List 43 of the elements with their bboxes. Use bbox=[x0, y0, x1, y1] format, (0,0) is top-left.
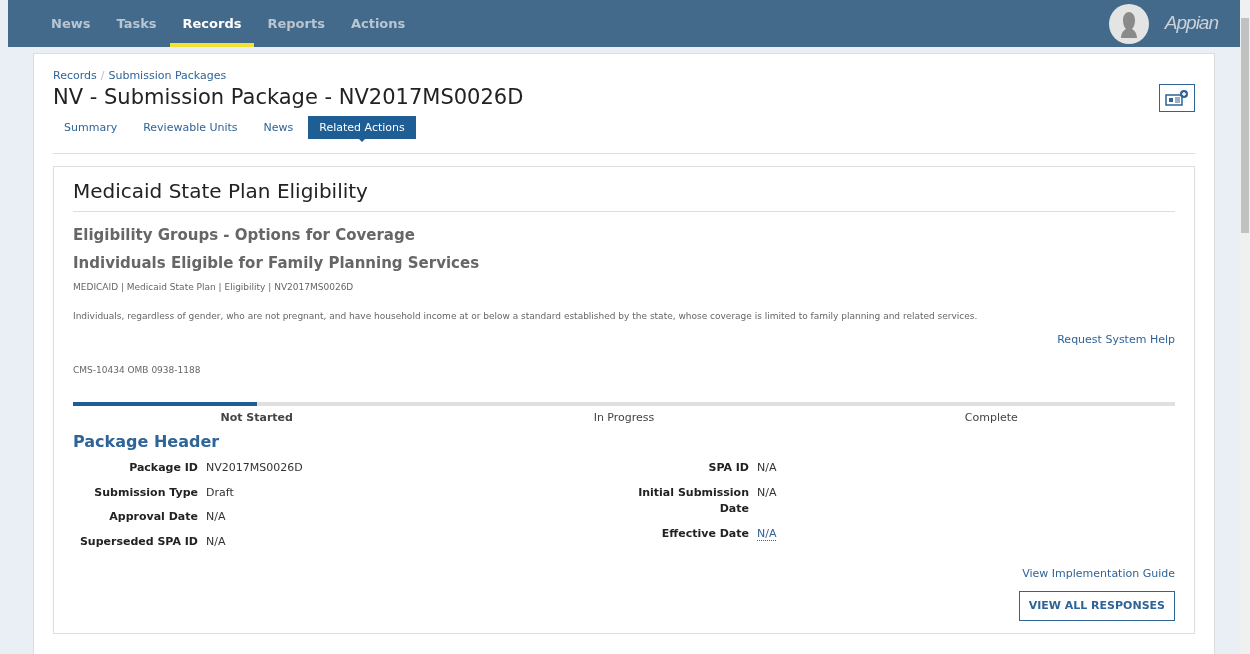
record-tab[interactable]: Reviewable Units bbox=[132, 116, 249, 139]
add-news-button[interactable] bbox=[1159, 84, 1195, 112]
step-label: Not Started bbox=[219, 409, 294, 426]
field-value: NV2017MS0026D bbox=[205, 460, 303, 476]
step-label: Complete bbox=[963, 409, 1019, 426]
field-label: Approval Date bbox=[108, 509, 198, 525]
avatar-icon[interactable] bbox=[1108, 3, 1149, 44]
field-value: N/A bbox=[756, 484, 777, 501]
group-title: Individuals Eligible for Family Planning Services bbox=[73, 253, 481, 274]
record-tab[interactable]: News bbox=[252, 116, 305, 139]
nav-tab[interactable]: Records bbox=[169, 0, 255, 47]
field-link[interactable]: N/A bbox=[757, 526, 777, 541]
form-subheading: Eligibility Groups - Options for Coverage bbox=[73, 224, 416, 246]
field-label: Package ID bbox=[128, 460, 198, 476]
record-title: NV - Submission Package - NV2017MS0026D bbox=[53, 84, 524, 110]
step-label: In Progress bbox=[592, 409, 656, 426]
tab-pointer bbox=[357, 136, 368, 142]
field-label: Superseded SPA ID bbox=[78, 533, 198, 550]
field-label: Effective Date bbox=[660, 525, 749, 542]
record-path: MEDICAID | Medicaid State Plan | Eligibility | NV2017MS0026D bbox=[73, 280, 355, 294]
field-label: SPA ID bbox=[707, 460, 749, 476]
breadcrumb-link[interactable]: Submission Packages bbox=[108, 68, 227, 85]
guide-link[interactable]: View Implementation Guide bbox=[1022, 567, 1175, 580]
brand-logo[interactable]: Appian bbox=[1164, 9, 1218, 38]
field-label: Initial Submission Date bbox=[637, 484, 749, 517]
breadcrumb-link[interactable]: Records bbox=[53, 68, 97, 85]
field-value: N/A bbox=[205, 533, 226, 550]
record-tab[interactable]: Related Actions bbox=[308, 116, 416, 139]
description-text: Individuals, regardless of gender, who are not pregnant, and have household income at or below a standard established by the state, whose coverage is limited to family planning and related services. bbox=[73, 310, 979, 323]
field-value: N/A bbox=[756, 460, 777, 476]
help-link[interactable]: Request System Help bbox=[1057, 332, 1175, 346]
view-responses-button[interactable]: VIEW ALL RESPONSES bbox=[1018, 590, 1175, 621]
field-value: N/A bbox=[205, 509, 226, 525]
field-value: Draft bbox=[205, 484, 234, 501]
field-label: Submission Type bbox=[93, 484, 198, 501]
newspaper-plus-icon bbox=[1165, 89, 1189, 107]
omb-number: CMS-10434 OMB 0938-1188 bbox=[73, 364, 202, 377]
record-tab[interactable]: Summary bbox=[53, 116, 129, 139]
section-title: Package Header bbox=[73, 431, 221, 453]
scrollbar-thumb[interactable] bbox=[1241, 18, 1249, 233]
form-heading: Medicaid State Plan Eligibility bbox=[73, 178, 1175, 212]
breadcrumb-separator: / bbox=[100, 68, 105, 84]
scrollbar[interactable] bbox=[1240, 0, 1250, 654]
